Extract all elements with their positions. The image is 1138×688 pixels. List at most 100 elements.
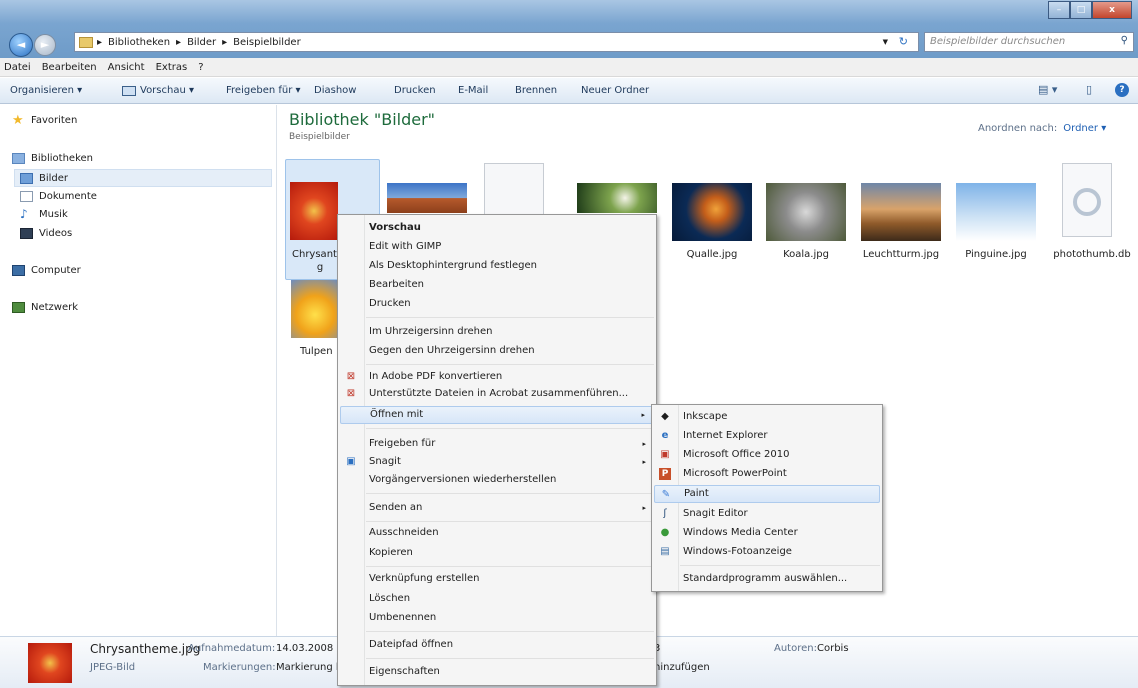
file-name-tulips[interactable]: Tulpen (300, 346, 340, 357)
breadcrumb-pictures[interactable]: Bilder (187, 37, 216, 48)
search-input[interactable]: Beispielbilder durchsuchen ⚲ (924, 32, 1134, 52)
thumbnail-lighthouse[interactable] (861, 183, 941, 241)
menu-item-edit[interactable]: Bearbeiten (340, 276, 654, 294)
file-name-chrysanthemum[interactable]: Chrysanth (280, 249, 343, 260)
file-icon-generic[interactable] (484, 163, 544, 215)
menu-item-open-with[interactable]: Öffnen mit ▸ (340, 406, 654, 424)
menu-item-acrobat-merge[interactable]: ⊠ Unterstützte Dateien in Acrobat zusamme… (340, 385, 654, 403)
details-file-name: Chrysantheme.jpg (90, 642, 201, 656)
details-authors-value[interactable]: Corbis (817, 643, 849, 654)
sidebar-item-music[interactable]: ♪ Musik (20, 207, 68, 221)
back-button[interactable]: ◄ (9, 33, 33, 57)
breadcrumb-libraries[interactable]: Bibliotheken (108, 37, 170, 48)
help-icon[interactable]: ? (1115, 83, 1129, 97)
file-name-koala[interactable]: Koala.jpg (761, 249, 851, 260)
menu-item-delete[interactable]: Löschen (340, 590, 654, 608)
app-paint[interactable]: ✎ Paint (654, 485, 880, 503)
star-icon: ★ (12, 113, 24, 128)
sidebar-item-label: Netzwerk (31, 302, 79, 313)
menu-item-print[interactable]: Drucken (340, 295, 654, 313)
breadcrumb-sample-pictures[interactable]: Beispielbilder (233, 37, 301, 48)
thumbnail-hydrangea[interactable] (577, 183, 657, 213)
app-internet-explorer[interactable]: e Internet Explorer (654, 427, 880, 445)
refresh-icon[interactable]: ↻ (899, 35, 908, 48)
file-name-penguins[interactable]: Pinguine.jpg (951, 249, 1041, 260)
menu-item-open-path[interactable]: Dateipfad öffnen (340, 636, 654, 654)
email-button[interactable]: E-Mail (458, 85, 488, 96)
menu-item-send-to[interactable]: Senden an ▸ (340, 499, 654, 517)
pdf-icon: ⊠ (346, 371, 356, 382)
menu-item-properties[interactable]: Eigenschaften (340, 663, 654, 681)
menu-file[interactable]: Datei (4, 62, 31, 73)
menu-tools[interactable]: Extras (156, 62, 188, 73)
maximize-button[interactable]: □ (1070, 1, 1092, 19)
menu-separator (366, 631, 654, 632)
sidebar-item-documents[interactable]: Dokumente (20, 191, 97, 202)
thumbnail-jellyfish[interactable] (672, 183, 752, 241)
organize-button[interactable]: Organisieren ▾ (10, 85, 82, 96)
print-button[interactable]: Drucken (394, 85, 436, 96)
submenu-arrow-icon: ▸ (642, 458, 646, 466)
app-media-center[interactable]: ● Windows Media Center (654, 524, 880, 542)
sidebar-item-network[interactable]: Netzwerk (12, 302, 78, 313)
slideshow-button[interactable]: Diashow (314, 85, 356, 96)
app-photo-viewer[interactable]: ▤ Windows-Fotoanzeige (654, 543, 880, 561)
address-dropdown-icon[interactable]: ▼ (883, 38, 888, 46)
burn-button[interactable]: Brennen (515, 85, 557, 96)
view-options-icon[interactable]: ▤ ▾ (1038, 83, 1057, 96)
thumbnail-tulips[interactable] (291, 280, 339, 338)
app-ms-office[interactable]: ▣ Microsoft Office 2010 (654, 446, 880, 464)
menu-item-copy[interactable]: Kopieren (340, 544, 654, 562)
sidebar-item-libraries[interactable]: Bibliotheken (12, 153, 93, 164)
sidebar-item-videos[interactable]: Videos (20, 228, 72, 239)
file-name-jellyfish[interactable]: Qualle.jpg (667, 249, 757, 260)
menu-help[interactable]: ? (198, 62, 203, 73)
sidebar-item-label: Bibliotheken (31, 153, 93, 164)
menu-view[interactable]: Ansicht (108, 62, 145, 73)
app-powerpoint[interactable]: P Microsoft PowerPoint (654, 465, 880, 483)
menu-item-preview[interactable]: Vorschau (340, 219, 654, 237)
details-tags-value[interactable]: Markierung h (276, 662, 342, 673)
share-button[interactable]: Freigeben für ▾ (226, 85, 301, 96)
breadcrumb-sep-icon: ▸ (176, 36, 182, 48)
open-with-submenu: ◆ Inkscape e Internet Explorer ▣ Microsoft … (651, 404, 883, 592)
new-folder-button[interactable]: Neuer Ordner (581, 85, 649, 96)
menu-item-rotate-ccw[interactable]: Gegen den Uhrzeigersinn drehen (340, 342, 654, 360)
menu-item-convert-pdf[interactable]: ⊠ In Adobe PDF konvertieren (340, 368, 654, 386)
menu-item-rotate-cw[interactable]: Im Uhrzeigersinn drehen (340, 323, 654, 341)
menu-item-restore-versions[interactable]: Vorgängerversionen wiederherstellen (340, 471, 654, 489)
menu-item-snagit[interactable]: ▣ Snagit ▸ (340, 453, 654, 471)
videos-icon (20, 228, 33, 239)
preview-button[interactable]: Vorschau ▾ (140, 85, 194, 96)
choose-default-program[interactable]: Standardprogramm auswählen... (654, 570, 880, 588)
sidebar-item-favorites[interactable]: ★ Favoriten (12, 113, 77, 128)
menu-item-cut[interactable]: Ausschneiden (340, 524, 654, 542)
forward-button[interactable]: ► (34, 34, 56, 56)
menu-item-edit-gimp[interactable]: Edit with GIMP (340, 238, 654, 256)
preview-pane-icon[interactable]: ▯ (1086, 83, 1092, 96)
app-label: Inkscape (683, 411, 728, 422)
thumbnail-chrysanthemum[interactable] (290, 182, 338, 240)
menu-item-share[interactable]: Freigeben für ▸ (340, 435, 654, 453)
music-icon: ♪ (20, 207, 28, 221)
menu-item-create-shortcut[interactable]: Verknüpfung erstellen (340, 570, 654, 588)
arrange-by: Anordnen nach: Ordner ▾ (978, 123, 1106, 134)
menu-item-rename[interactable]: Umbenennen (340, 609, 654, 627)
file-name-thumbs-db[interactable]: photothumb.db (1047, 249, 1137, 260)
app-inkscape[interactable]: ◆ Inkscape (654, 408, 880, 426)
menu-edit[interactable]: Bearbeiten (42, 62, 97, 73)
close-button[interactable]: x (1092, 1, 1132, 19)
app-snagit-editor[interactable]: ʃ Snagit Editor (654, 505, 880, 523)
minimize-button[interactable]: – (1048, 1, 1070, 19)
file-name-lighthouse[interactable]: Leuchtturm.jpg (856, 249, 946, 260)
sidebar-item-computer[interactable]: Computer (12, 265, 81, 276)
thumbnail-koala[interactable] (766, 183, 846, 241)
thumbnail-penguins[interactable] (956, 183, 1036, 241)
search-icon[interactable]: ⚲ (1121, 35, 1128, 46)
sidebar-item-pictures[interactable]: Bilder (14, 169, 272, 187)
thumbnail-desert[interactable] (387, 183, 467, 213)
address-bar[interactable]: ▸ Bibliotheken ▸ Bilder ▸ Beispielbilder… (74, 32, 919, 52)
details-tags-add[interactable]: hinzufügen (654, 662, 710, 673)
arrange-dropdown[interactable]: Ordner ▾ (1063, 123, 1106, 134)
menu-item-set-desktop[interactable]: Als Desktophintergrund festlegen (340, 257, 654, 275)
